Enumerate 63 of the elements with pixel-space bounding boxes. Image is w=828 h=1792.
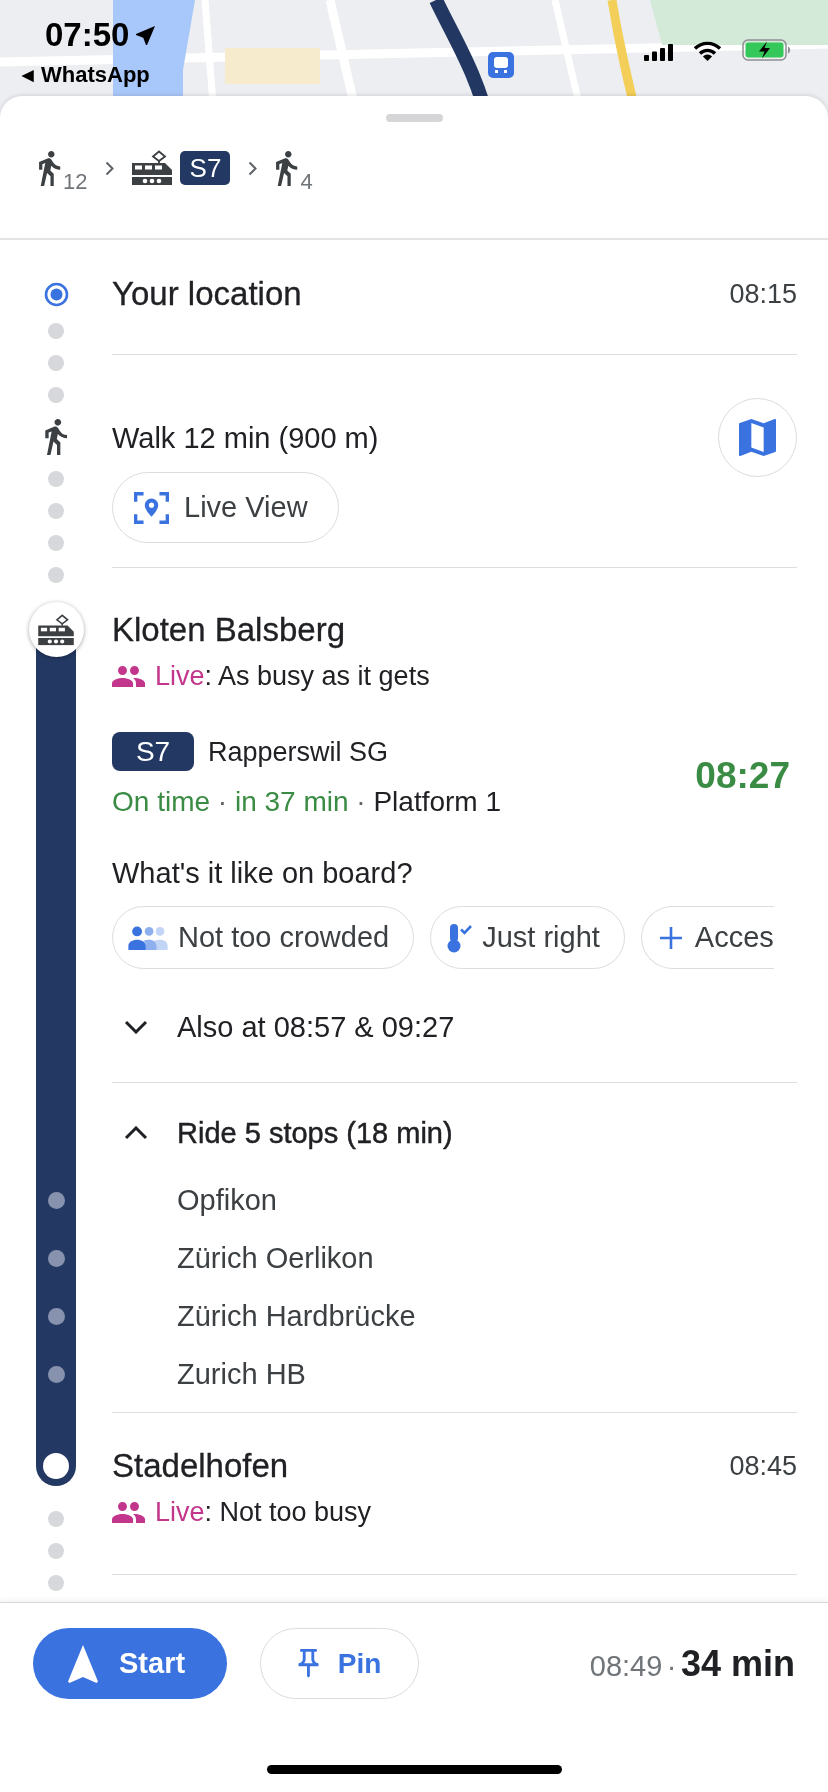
path-dot [48, 1575, 64, 1591]
departure-status: On time · in 37 min · Platform 1 [112, 785, 502, 819]
clock-time: 07:50 [45, 18, 130, 52]
live-view-button[interactable]: Live View [112, 472, 339, 543]
feedback-chip[interactable]: Not too crowded [112, 906, 415, 969]
thermometer-check-icon [446, 922, 473, 953]
walk-icon [38, 150, 61, 186]
stop-name: Zürich Oerlikon [176, 1241, 375, 1276]
walk-duration: Walk 12 min (900 m) [112, 420, 379, 455]
walk-minutes: 4 [300, 169, 313, 194]
map-icon [739, 419, 776, 456]
path-dot [48, 567, 64, 583]
stop-name: Zurich HB [176, 1357, 307, 1392]
start-button[interactable]: Start [33, 1628, 227, 1699]
path-dot [48, 323, 64, 339]
pin-button[interactable]: Pin [260, 1628, 419, 1699]
origin-marker-icon [43, 282, 69, 307]
chevron-right-icon [105, 160, 115, 176]
signal-icon [644, 44, 673, 61]
path-dot [48, 503, 64, 519]
path-dot [48, 471, 64, 487]
feedback-chip[interactable]: Just right [430, 906, 625, 969]
stop-name: Zürich Hardbrücke [176, 1299, 417, 1334]
walk-icon [275, 150, 299, 186]
destination: Rapperswil SG [208, 735, 389, 768]
trip-summary: 08:49·34 min [589, 1642, 795, 1685]
train-stop-icon [28, 602, 84, 657]
crowd-status: Live: As busy as it gets [155, 660, 430, 692]
back-to-app-link[interactable]: ◀ WhatsApp [22, 63, 150, 87]
stop-name: Opfikon [176, 1183, 278, 1218]
pushpin-icon [297, 1648, 319, 1679]
ride-stops-toggle[interactable]: Ride 5 stops (18 min) [112, 1116, 453, 1150]
location-arrow-icon [136, 25, 156, 45]
station-name: Stadelhofen [112, 1448, 289, 1484]
arrival-time: 08:45 [729, 1450, 797, 1483]
walk-minutes: 12 [63, 169, 88, 194]
path-dot [48, 535, 64, 551]
walk-icon [44, 419, 68, 455]
people-crowd-icon [128, 925, 168, 950]
departure-time: 08:15 [729, 278, 797, 311]
people-icon [112, 665, 145, 687]
path-dot [48, 1543, 64, 1559]
people-icon [112, 1501, 145, 1523]
chevron-right-icon [248, 160, 258, 176]
place-name: Your location [112, 276, 302, 312]
line-badge: S7 [180, 151, 231, 185]
later-departures-toggle[interactable]: Also at 08:57 & 09:27 [112, 1010, 455, 1044]
crowd-status: Live: Not too busy [155, 1496, 372, 1528]
pin-frame-icon [134, 491, 169, 524]
drag-handle[interactable] [385, 114, 443, 122]
station-name: Kloten Balsberg [112, 612, 346, 648]
plus-icon [658, 925, 683, 950]
line-badge: S7 [112, 732, 194, 771]
feedback-chip[interactable]: Acces [640, 906, 774, 969]
path-dot [48, 355, 64, 371]
train-icon [132, 150, 173, 186]
feedback-question: What's it like on board? [112, 856, 414, 890]
path-dot [48, 1511, 64, 1527]
departure-time: 08:27 [695, 754, 790, 797]
path-dot [48, 387, 64, 403]
wifi-icon [692, 39, 723, 61]
battery-icon [742, 39, 792, 61]
navigation-arrow-icon [68, 1644, 98, 1683]
